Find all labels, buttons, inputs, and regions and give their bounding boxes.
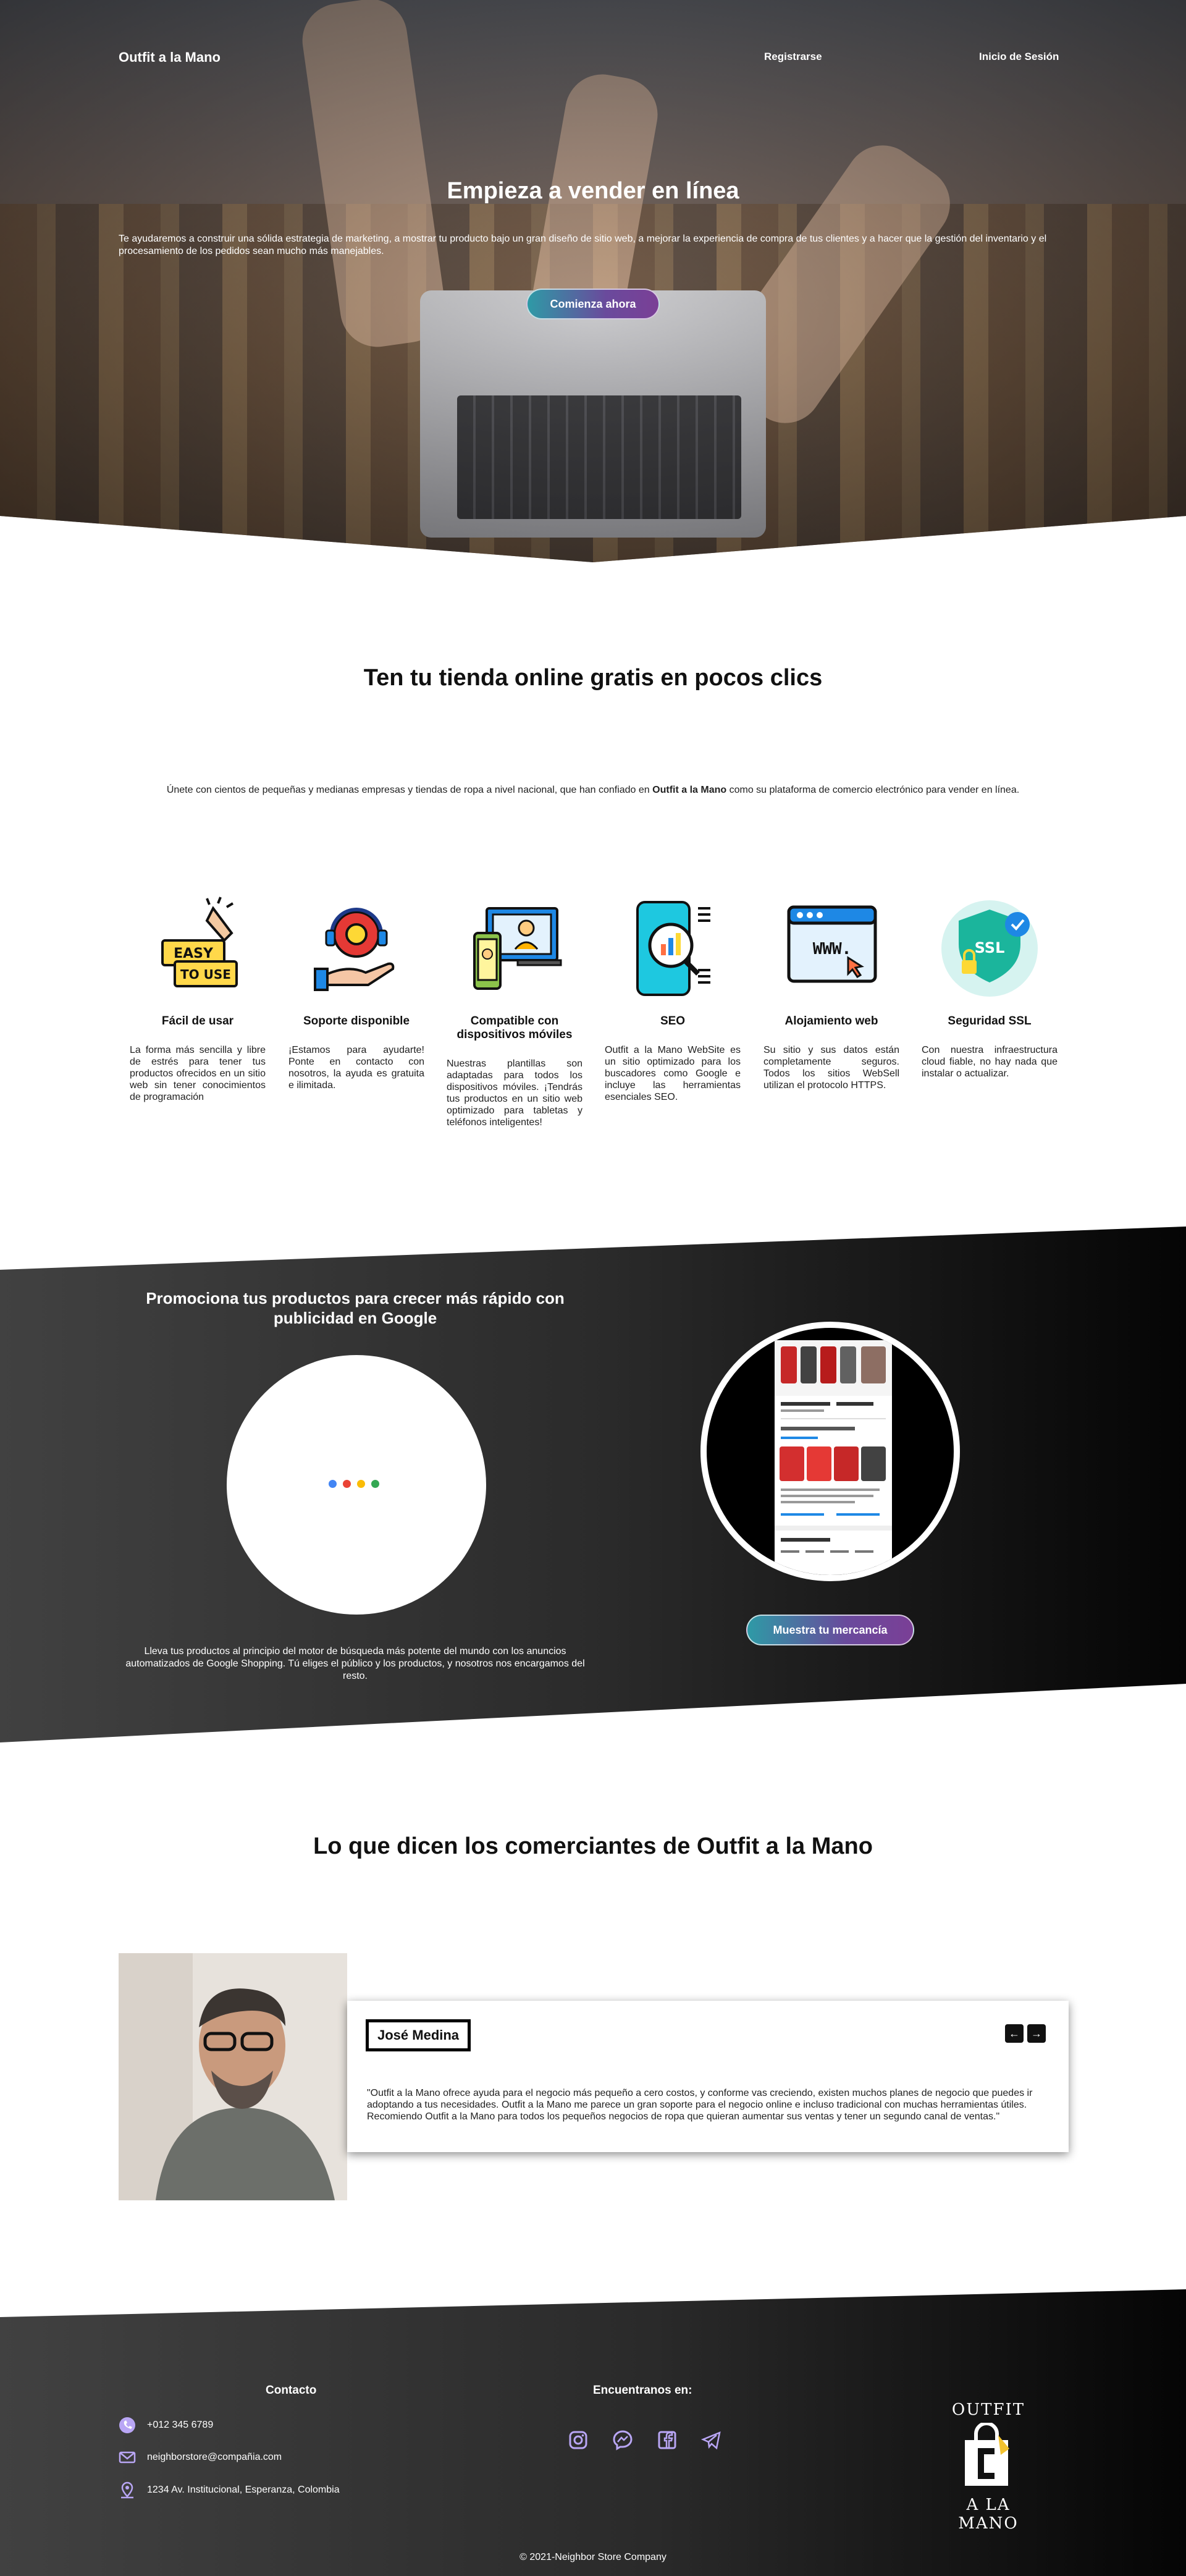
brand-logo[interactable]: Outfit a la Mano xyxy=(119,49,221,65)
hero-description: Te ayudaremos a construir una sólida est… xyxy=(119,234,1047,256)
feature-easy-to-use: EASY TO USE Fácil de usar La forma más s… xyxy=(130,896,266,1103)
phone-screenshot xyxy=(775,1340,892,1575)
loading-dot xyxy=(329,1480,337,1488)
svg-text:EASY: EASY xyxy=(174,946,214,961)
contact-heading: Contacto xyxy=(266,2384,317,2397)
feature-description: Nuestras plantillas son adaptadas para t… xyxy=(447,1058,582,1128)
contact-address-text: 1234 Av. Institucional, Esperanza, Colom… xyxy=(147,2485,340,2495)
messenger-icon[interactable] xyxy=(610,2428,635,2452)
easy-to-use-icon: EASY TO USE xyxy=(145,896,250,1001)
telegram-icon[interactable] xyxy=(699,2428,724,2452)
testimonial-card: José Medina ← → "Outfit a la Mano ofrece… xyxy=(347,2001,1069,2152)
testimonials-title: Lo que dicen los comerciantes de Outfit … xyxy=(313,1833,873,1859)
feature-description: La forma más sencilla y libre de estrés … xyxy=(130,1045,266,1102)
ssl-shield-icon: SSL xyxy=(937,896,1042,1001)
google-shopping-preview xyxy=(700,1322,960,1581)
feature-description: Su sitio y sus datos están completamente… xyxy=(763,1045,899,1091)
feature-web-hosting: WWW. Alojamiento web Su sitio y sus dato… xyxy=(763,896,899,1091)
feature-title: Soporte disponible xyxy=(303,1015,410,1028)
footer-brand-logo[interactable]: OUTFIT A LA MANO xyxy=(939,2401,1038,2533)
contact-email-text: neighborstore@compañia.com xyxy=(147,2452,282,2462)
loading-dot xyxy=(371,1480,379,1488)
feature-description: ¡Estamos para ayudarte! Ponte en contact… xyxy=(288,1045,424,1091)
feature-mobile-compatible: Compatible con dispositivos móviles Nues… xyxy=(447,896,582,1128)
shopping-bag-icon xyxy=(965,2422,1009,2486)
hero-title: Empieza a vender en línea xyxy=(447,178,739,204)
loading-dots xyxy=(329,1480,379,1488)
contact-address: 1234 Av. Institucional, Esperanza, Colom… xyxy=(119,2481,340,2499)
promo-description: Lleva tus productos al principio del mot… xyxy=(125,1646,585,1681)
feature-title: Fácil de usar xyxy=(161,1015,234,1028)
next-testimonial-button[interactable]: → xyxy=(1027,2024,1046,2043)
feature-description: Outfit a la Mano WebSite es un sitio opt… xyxy=(605,1045,741,1102)
svg-text:SSL: SSL xyxy=(975,939,1005,956)
location-pin-icon xyxy=(119,2481,136,2499)
intro-brand-name: Outfit a la Mano xyxy=(652,785,727,795)
mobile-devices-icon xyxy=(462,896,567,1001)
loading-dot xyxy=(343,1480,351,1488)
brand-logo-bottom-text: A LA MANO xyxy=(958,2496,1019,2533)
copyright: © 2021-Neighbor Store Company xyxy=(519,2552,667,2562)
promo-title: Promociona tus productos para crecer más… xyxy=(146,1289,565,1327)
hero-section xyxy=(0,0,1186,562)
feature-title: Alojamiento web xyxy=(784,1015,878,1028)
feature-title: Compatible con dispositivos móviles xyxy=(456,1015,573,1041)
testimonial-name: José Medina xyxy=(366,2019,471,2051)
feature-description: Con nuestra infraestructura cloud fiable… xyxy=(922,1045,1058,1079)
start-now-button[interactable]: Comienza ahora xyxy=(526,289,660,319)
seo-icon xyxy=(620,896,725,1001)
instagram-icon[interactable] xyxy=(566,2428,591,2452)
feature-seo: SEO Outfit a la Mano WebSite es un sitio… xyxy=(605,896,741,1103)
contact-phone-text: +012 345 6789 xyxy=(147,2420,214,2430)
support-icon xyxy=(304,896,409,1001)
svg-text:TO USE: TO USE xyxy=(180,967,231,982)
previous-testimonial-button[interactable]: ← xyxy=(1005,2024,1024,2043)
intro-description: Únete con cientos de pequeñas y medianas… xyxy=(166,785,1020,795)
contact-phone[interactable]: +012 345 6789 xyxy=(119,2417,213,2434)
contact-email[interactable]: neighborstore@compañia.com xyxy=(119,2449,282,2466)
facebook-icon[interactable] xyxy=(655,2428,679,2452)
testimonial-photo xyxy=(119,1953,347,2200)
brand-logo-top-text: OUTFIT xyxy=(951,2401,1025,2419)
phone-icon xyxy=(119,2417,136,2434)
register-link[interactable]: Registrarse xyxy=(764,51,822,63)
social-heading: Encuentranos en: xyxy=(593,2384,692,2397)
feature-support: Soporte disponible ¡Estamos para ayudart… xyxy=(288,896,424,1091)
login-link[interactable]: Inicio de Sesión xyxy=(979,51,1059,63)
feature-title: Seguridad SSL xyxy=(948,1015,1032,1028)
loading-dot xyxy=(357,1480,365,1488)
testimonial-quote: "Outfit a la Mano ofrece ayuda para el n… xyxy=(367,2088,1033,2122)
web-hosting-icon: WWW. xyxy=(779,896,884,1001)
feature-title: SEO xyxy=(660,1015,686,1028)
svg-text:WWW.: WWW. xyxy=(813,940,852,958)
intro-title: Ten tu tienda online gratis en pocos cli… xyxy=(363,665,823,691)
email-icon xyxy=(119,2449,136,2466)
feature-ssl-security: SSL Seguridad SSL Con nuestra infraestru… xyxy=(922,896,1058,1079)
show-merchandise-button[interactable]: Muestra tu mercancía xyxy=(746,1615,914,1645)
